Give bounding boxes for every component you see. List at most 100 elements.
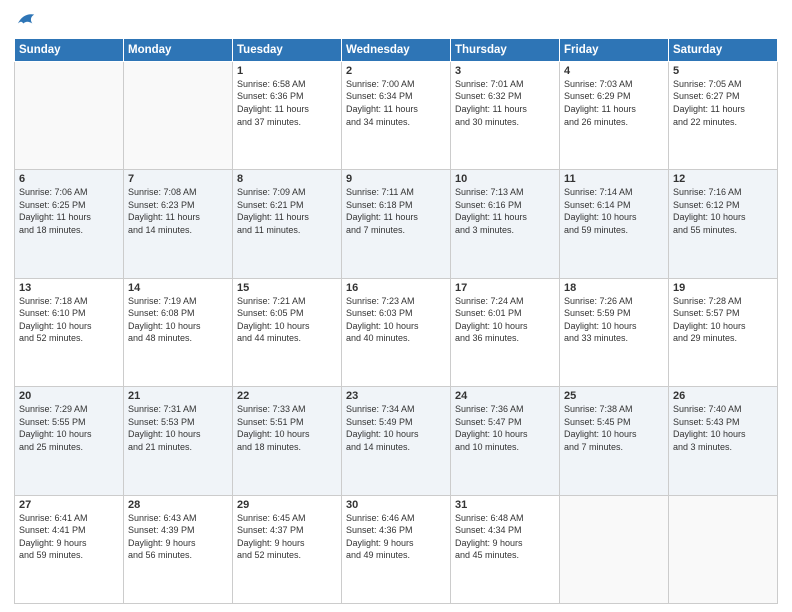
calendar-cell: 23Sunrise: 7:34 AM Sunset: 5:49 PM Dayli… [342, 387, 451, 495]
calendar-cell: 8Sunrise: 7:09 AM Sunset: 6:21 PM Daylig… [233, 170, 342, 278]
calendar-cell: 25Sunrise: 7:38 AM Sunset: 5:45 PM Dayli… [560, 387, 669, 495]
day-number: 26 [673, 390, 773, 402]
calendar-cell: 18Sunrise: 7:26 AM Sunset: 5:59 PM Dayli… [560, 278, 669, 386]
day-number: 25 [564, 390, 664, 402]
day-info: Sunrise: 7:00 AM Sunset: 6:34 PM Dayligh… [346, 78, 446, 128]
calendar-cell: 28Sunrise: 6:43 AM Sunset: 4:39 PM Dayli… [124, 495, 233, 603]
day-number: 1 [237, 65, 337, 77]
calendar-header-thursday: Thursday [451, 38, 560, 61]
calendar-cell: 7Sunrise: 7:08 AM Sunset: 6:23 PM Daylig… [124, 170, 233, 278]
day-info: Sunrise: 7:31 AM Sunset: 5:53 PM Dayligh… [128, 403, 228, 453]
calendar-cell: 20Sunrise: 7:29 AM Sunset: 5:55 PM Dayli… [15, 387, 124, 495]
day-info: Sunrise: 6:48 AM Sunset: 4:34 PM Dayligh… [455, 512, 555, 562]
day-info: Sunrise: 6:58 AM Sunset: 6:36 PM Dayligh… [237, 78, 337, 128]
day-info: Sunrise: 7:21 AM Sunset: 6:05 PM Dayligh… [237, 295, 337, 345]
calendar-header-sunday: Sunday [15, 38, 124, 61]
calendar-week-row: 20Sunrise: 7:29 AM Sunset: 5:55 PM Dayli… [15, 387, 778, 495]
calendar-cell: 19Sunrise: 7:28 AM Sunset: 5:57 PM Dayli… [669, 278, 778, 386]
day-number: 24 [455, 390, 555, 402]
calendar-header-saturday: Saturday [669, 38, 778, 61]
calendar-cell: 12Sunrise: 7:16 AM Sunset: 6:12 PM Dayli… [669, 170, 778, 278]
calendar-week-row: 6Sunrise: 7:06 AM Sunset: 6:25 PM Daylig… [15, 170, 778, 278]
day-number: 16 [346, 282, 446, 294]
day-number: 3 [455, 65, 555, 77]
day-number: 23 [346, 390, 446, 402]
logo [14, 14, 36, 34]
calendar-header-monday: Monday [124, 38, 233, 61]
day-number: 21 [128, 390, 228, 402]
day-info: Sunrise: 7:40 AM Sunset: 5:43 PM Dayligh… [673, 403, 773, 453]
calendar-week-row: 13Sunrise: 7:18 AM Sunset: 6:10 PM Dayli… [15, 278, 778, 386]
calendar: SundayMondayTuesdayWednesdayThursdayFrid… [14, 38, 778, 604]
day-info: Sunrise: 7:08 AM Sunset: 6:23 PM Dayligh… [128, 186, 228, 236]
day-info: Sunrise: 7:24 AM Sunset: 6:01 PM Dayligh… [455, 295, 555, 345]
calendar-header-wednesday: Wednesday [342, 38, 451, 61]
day-number: 4 [564, 65, 664, 77]
calendar-cell: 21Sunrise: 7:31 AM Sunset: 5:53 PM Dayli… [124, 387, 233, 495]
day-info: Sunrise: 7:05 AM Sunset: 6:27 PM Dayligh… [673, 78, 773, 128]
day-info: Sunrise: 6:45 AM Sunset: 4:37 PM Dayligh… [237, 512, 337, 562]
logo-text [14, 14, 36, 34]
calendar-cell: 27Sunrise: 6:41 AM Sunset: 4:41 PM Dayli… [15, 495, 124, 603]
header [14, 10, 778, 34]
day-info: Sunrise: 7:11 AM Sunset: 6:18 PM Dayligh… [346, 186, 446, 236]
day-number: 19 [673, 282, 773, 294]
calendar-cell: 16Sunrise: 7:23 AM Sunset: 6:03 PM Dayli… [342, 278, 451, 386]
day-info: Sunrise: 7:23 AM Sunset: 6:03 PM Dayligh… [346, 295, 446, 345]
day-info: Sunrise: 6:41 AM Sunset: 4:41 PM Dayligh… [19, 512, 119, 562]
calendar-cell: 1Sunrise: 6:58 AM Sunset: 6:36 PM Daylig… [233, 61, 342, 169]
calendar-cell: 11Sunrise: 7:14 AM Sunset: 6:14 PM Dayli… [560, 170, 669, 278]
day-number: 5 [673, 65, 773, 77]
day-number: 29 [237, 499, 337, 511]
calendar-cell: 3Sunrise: 7:01 AM Sunset: 6:32 PM Daylig… [451, 61, 560, 169]
day-info: Sunrise: 7:26 AM Sunset: 5:59 PM Dayligh… [564, 295, 664, 345]
calendar-cell: 15Sunrise: 7:21 AM Sunset: 6:05 PM Dayli… [233, 278, 342, 386]
calendar-cell: 10Sunrise: 7:13 AM Sunset: 6:16 PM Dayli… [451, 170, 560, 278]
day-info: Sunrise: 7:34 AM Sunset: 5:49 PM Dayligh… [346, 403, 446, 453]
logo-bird-icon [16, 9, 36, 29]
day-info: Sunrise: 7:06 AM Sunset: 6:25 PM Dayligh… [19, 186, 119, 236]
day-number: 15 [237, 282, 337, 294]
day-number: 28 [128, 499, 228, 511]
calendar-week-row: 27Sunrise: 6:41 AM Sunset: 4:41 PM Dayli… [15, 495, 778, 603]
calendar-cell: 14Sunrise: 7:19 AM Sunset: 6:08 PM Dayli… [124, 278, 233, 386]
day-info: Sunrise: 7:33 AM Sunset: 5:51 PM Dayligh… [237, 403, 337, 453]
day-info: Sunrise: 7:18 AM Sunset: 6:10 PM Dayligh… [19, 295, 119, 345]
day-number: 12 [673, 173, 773, 185]
calendar-cell [669, 495, 778, 603]
day-info: Sunrise: 7:16 AM Sunset: 6:12 PM Dayligh… [673, 186, 773, 236]
calendar-cell [15, 61, 124, 169]
calendar-cell: 5Sunrise: 7:05 AM Sunset: 6:27 PM Daylig… [669, 61, 778, 169]
page: SundayMondayTuesdayWednesdayThursdayFrid… [0, 0, 792, 612]
calendar-cell: 26Sunrise: 7:40 AM Sunset: 5:43 PM Dayli… [669, 387, 778, 495]
day-number: 14 [128, 282, 228, 294]
day-number: 31 [455, 499, 555, 511]
calendar-cell: 9Sunrise: 7:11 AM Sunset: 6:18 PM Daylig… [342, 170, 451, 278]
calendar-cell [560, 495, 669, 603]
calendar-week-row: 1Sunrise: 6:58 AM Sunset: 6:36 PM Daylig… [15, 61, 778, 169]
day-number: 22 [237, 390, 337, 402]
day-info: Sunrise: 7:14 AM Sunset: 6:14 PM Dayligh… [564, 186, 664, 236]
calendar-cell: 17Sunrise: 7:24 AM Sunset: 6:01 PM Dayli… [451, 278, 560, 386]
day-number: 8 [237, 173, 337, 185]
day-number: 18 [564, 282, 664, 294]
calendar-cell: 6Sunrise: 7:06 AM Sunset: 6:25 PM Daylig… [15, 170, 124, 278]
day-number: 20 [19, 390, 119, 402]
calendar-header-tuesday: Tuesday [233, 38, 342, 61]
calendar-header-friday: Friday [560, 38, 669, 61]
day-info: Sunrise: 7:01 AM Sunset: 6:32 PM Dayligh… [455, 78, 555, 128]
day-number: 6 [19, 173, 119, 185]
day-number: 11 [564, 173, 664, 185]
day-number: 30 [346, 499, 446, 511]
calendar-cell: 22Sunrise: 7:33 AM Sunset: 5:51 PM Dayli… [233, 387, 342, 495]
calendar-cell: 2Sunrise: 7:00 AM Sunset: 6:34 PM Daylig… [342, 61, 451, 169]
day-info: Sunrise: 7:36 AM Sunset: 5:47 PM Dayligh… [455, 403, 555, 453]
day-info: Sunrise: 6:46 AM Sunset: 4:36 PM Dayligh… [346, 512, 446, 562]
calendar-cell: 4Sunrise: 7:03 AM Sunset: 6:29 PM Daylig… [560, 61, 669, 169]
calendar-cell: 24Sunrise: 7:36 AM Sunset: 5:47 PM Dayli… [451, 387, 560, 495]
day-info: Sunrise: 7:13 AM Sunset: 6:16 PM Dayligh… [455, 186, 555, 236]
day-number: 9 [346, 173, 446, 185]
calendar-cell: 13Sunrise: 7:18 AM Sunset: 6:10 PM Dayli… [15, 278, 124, 386]
day-info: Sunrise: 7:19 AM Sunset: 6:08 PM Dayligh… [128, 295, 228, 345]
day-info: Sunrise: 7:03 AM Sunset: 6:29 PM Dayligh… [564, 78, 664, 128]
